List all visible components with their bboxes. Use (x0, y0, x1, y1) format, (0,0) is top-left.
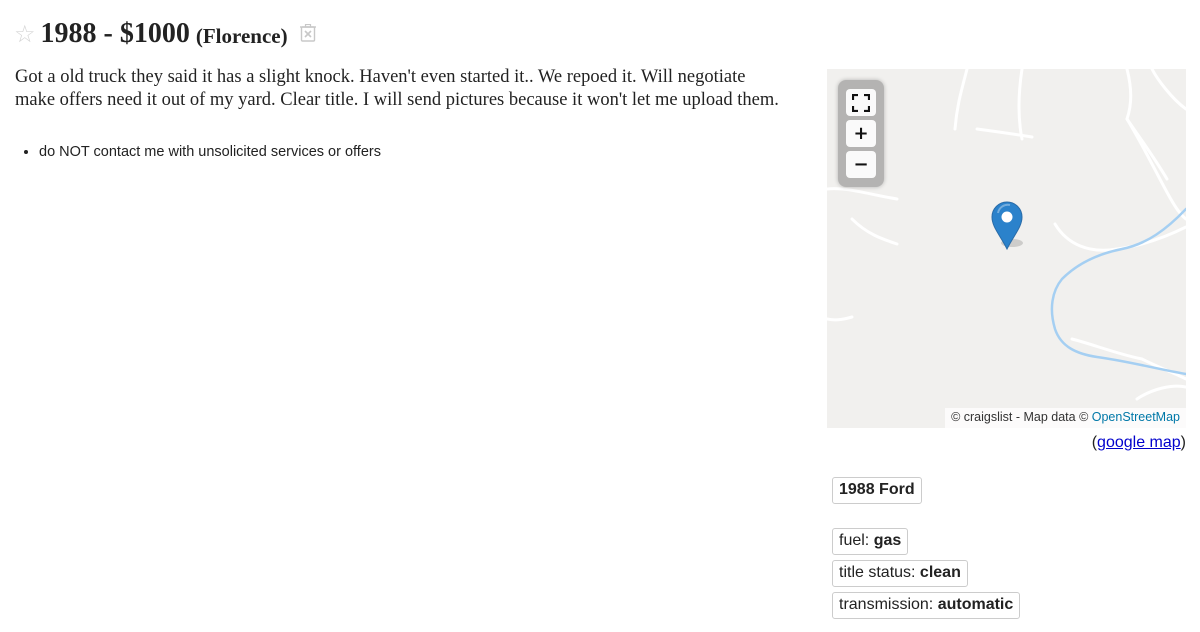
attr-value: gas (873, 532, 902, 549)
zoom-in-button[interactable]: + (846, 120, 876, 147)
google-map-paren-close: ) (1180, 434, 1186, 451)
fullscreen-icon (852, 93, 870, 112)
fullscreen-button[interactable] (846, 89, 876, 116)
attr-transmission: transmission: automatic (832, 592, 1021, 619)
google-map-link[interactable]: google map (1097, 434, 1181, 451)
hide-posting-icon[interactable] (299, 24, 316, 42)
notices-list: do NOT contact me with unsolicited servi… (15, 142, 381, 162)
details-attr-group: fuel: gas title status: clean transmissi… (832, 528, 1021, 624)
posting-title: 1988 - $1000 (40, 18, 190, 49)
posting-location: (Florence) (195, 23, 288, 48)
notice-item: do NOT contact me with unsolicited servi… (39, 142, 381, 162)
vehicle-title-attr: 1988 Ford (832, 477, 922, 504)
attr-value: clean (919, 564, 961, 581)
google-map-line: (google map) (827, 434, 1186, 452)
attr-label: transmission: (839, 596, 938, 613)
map[interactable]: + − © craigslist - Map data © OpenStreet… (827, 69, 1186, 428)
posting-body-line: Got a old truck they said it has a sligh… (15, 67, 746, 87)
map-attribution: © craigslist - Map data © OpenStreetMap (945, 408, 1186, 428)
openstreetmap-link[interactable]: OpenStreetMap (1092, 410, 1180, 424)
attribution-text: © craigslist - Map data © (951, 410, 1092, 424)
title-row: ☆ 1988 - $1000 (Florence) (14, 16, 316, 52)
attr-fuel: fuel: gas (832, 528, 909, 555)
attr-title-status: title status: clean (832, 560, 968, 587)
vehicle-title: 1988 Ford (839, 481, 915, 498)
map-marker-icon[interactable] (990, 201, 1024, 251)
attr-label: title status: (839, 564, 920, 581)
vehicle-attr-group: 1988 Ford (832, 477, 922, 504)
attr-value: automatic (937, 596, 1014, 613)
attr-label: fuel: (839, 532, 874, 549)
favorite-star-icon[interactable]: ☆ (14, 22, 36, 46)
zoom-out-button[interactable]: − (846, 151, 876, 178)
posting-body: Got a old truck they said it has a sligh… (15, 66, 815, 112)
posting-body-line: make offers need it out of my yard. Clea… (15, 90, 779, 110)
map-controls: + − (838, 80, 884, 187)
